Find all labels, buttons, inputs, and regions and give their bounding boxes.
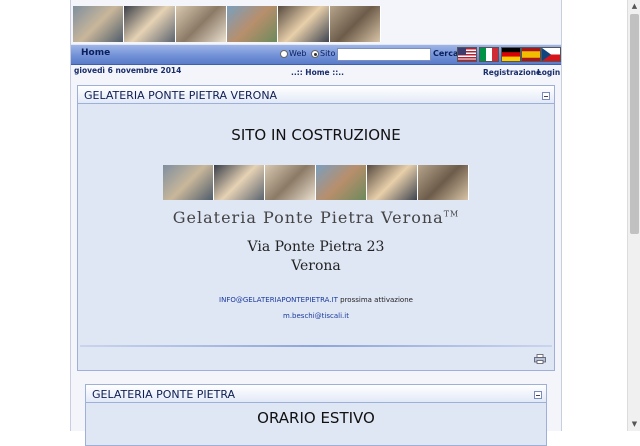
content-photo-1: [163, 165, 214, 200]
scrollbar-thumb[interactable]: [630, 14, 639, 234]
email-note: prossima attivazione: [337, 296, 413, 304]
login-link[interactable]: Login: [537, 68, 560, 77]
banner-photo-3: [175, 6, 227, 42]
content-photo-4: [316, 165, 367, 200]
vertical-scrollbar[interactable]: ▲ ▼: [627, 0, 640, 431]
trademark-mark: TM: [443, 209, 460, 219]
breadcrumb[interactable]: ..:: Home ::..: [291, 68, 344, 77]
es-flag-icon[interactable]: [521, 47, 541, 62]
module-title-2: GELATERIA PONTE PIETRA: [92, 388, 236, 401]
email-link-2[interactable]: m.beschi@tiscali.it: [78, 312, 554, 320]
brand-text: Gelateria Ponte Pietra Verona: [172, 208, 444, 227]
content-photo-3: [265, 165, 316, 200]
content-photo-2: [214, 165, 265, 200]
banner-photo-6: [329, 6, 381, 42]
search-site-radio[interactable]: [311, 50, 319, 58]
minimize-icon[interactable]: [542, 92, 550, 100]
minimize-icon-2[interactable]: [534, 391, 542, 399]
current-date: giovedì 6 novembre 2014: [74, 66, 182, 75]
banner-photo-1: [73, 6, 125, 42]
register-link[interactable]: Registrazione: [483, 68, 541, 77]
module-header-2: GELATERIA PONTE PIETRA: [86, 385, 546, 403]
top-navigation-bar: Home Web Sito Cerca: [71, 44, 561, 65]
header-banner: [73, 6, 381, 42]
search-site-label: Sito: [320, 49, 336, 58]
page-container: Home Web Sito Cerca giovedì 6 novembre 2…: [70, 0, 562, 446]
search-web-radio[interactable]: [280, 50, 288, 58]
cz-flag-icon[interactable]: [541, 47, 561, 62]
module-header: GELATERIA PONTE PIETRA VERONA: [78, 86, 554, 104]
content-module-main: GELATERIA PONTE PIETRA VERONA SITO IN CO…: [77, 85, 555, 371]
it-flag-icon[interactable]: [479, 47, 499, 62]
scroll-up-arrow-icon[interactable]: ▲: [628, 0, 640, 13]
print-icon[interactable]: [534, 354, 546, 367]
content-photo-5: [367, 165, 418, 200]
content-banner: [163, 165, 469, 200]
email-line: INFO@GELATERIAPONTEPIETRA.IT prossima at…: [78, 296, 554, 304]
banner-photo-4: [226, 6, 279, 42]
content-module-hours: GELATERIA PONTE PIETRA ORARIO ESTIVO: [85, 384, 547, 446]
search-input[interactable]: [337, 48, 431, 61]
module-title: GELATERIA PONTE PIETRA VERONA: [84, 89, 278, 102]
brand-name: Gelateria Ponte Pietra VeronaTM: [78, 208, 554, 227]
nav-home-link[interactable]: Home: [81, 48, 110, 58]
banner-photo-2: [124, 6, 176, 42]
construction-heading: SITO IN COSTRUZIONE: [231, 126, 401, 144]
search-button[interactable]: Cerca: [433, 49, 458, 58]
address-line-2: Verona: [291, 258, 341, 274]
summer-hours-heading: ORARIO ESTIVO: [257, 409, 375, 427]
content-photo-6: [418, 165, 469, 200]
de-flag-icon[interactable]: [501, 47, 521, 62]
email-link[interactable]: INFO@GELATERIAPONTEPIETRA.IT: [219, 296, 338, 304]
us-flag-icon[interactable]: [457, 47, 477, 62]
info-bar: giovedì 6 novembre 2014 ..:: Home ::.. R…: [71, 64, 561, 78]
scroll-down-arrow-icon[interactable]: ▼: [628, 418, 640, 431]
address-line-1: Via Ponte Pietra 23: [247, 239, 385, 255]
search-web-label: Web: [289, 49, 307, 58]
module-footer-divider: [80, 345, 552, 347]
banner-photo-5: [278, 6, 330, 42]
